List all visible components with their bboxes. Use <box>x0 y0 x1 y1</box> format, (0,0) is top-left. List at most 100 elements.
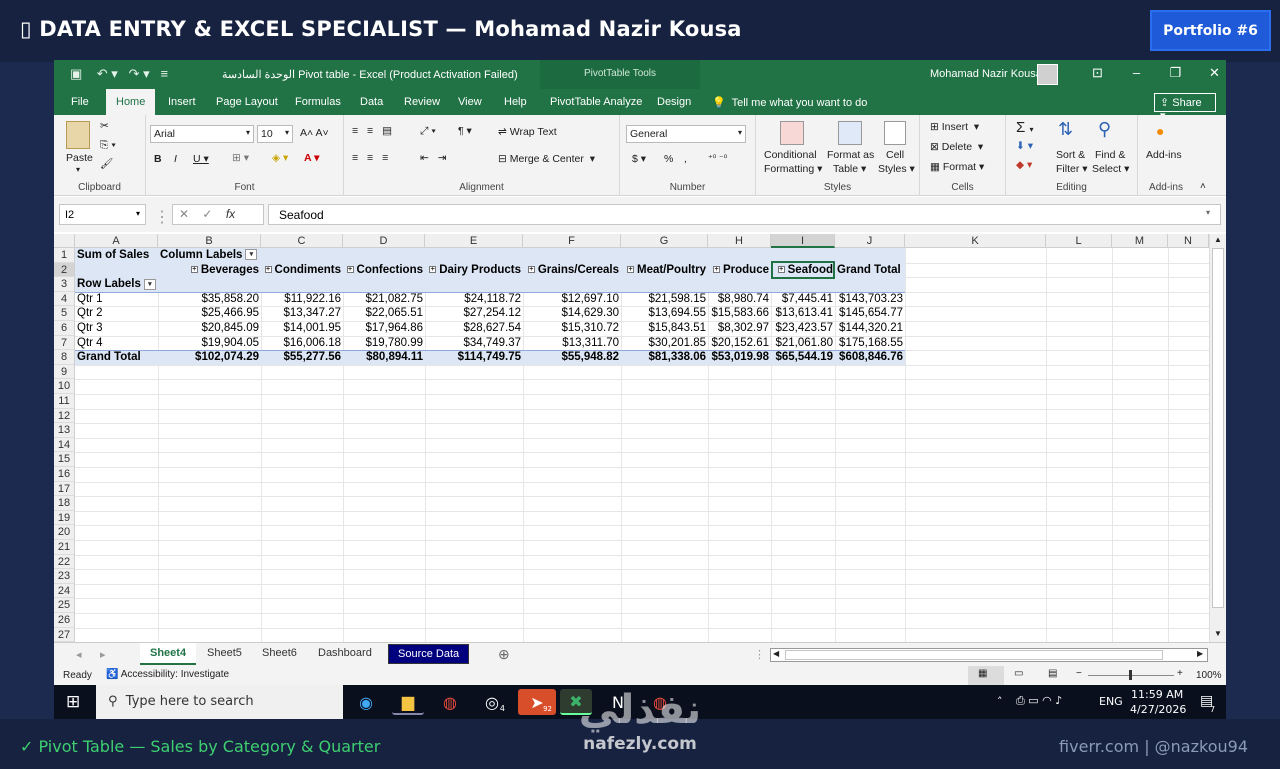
scroll-up-icon[interactable]: ▲ <box>1214 235 1222 244</box>
show-hidden-icons[interactable]: ˄ <box>997 695 1003 708</box>
format-as-table-button[interactable]: Format as <box>827 149 874 161</box>
row-header-22[interactable]: 22 <box>54 554 75 570</box>
tray-app-icons[interactable]: ⎙ ▭ ◠ ♪ <box>1016 694 1062 708</box>
row-header-5[interactable]: 5 <box>54 306 75 321</box>
horizontal-scroll-thumb[interactable] <box>785 650 1163 660</box>
row-header-1[interactable]: 1 <box>54 248 75 263</box>
percent-icon[interactable]: % <box>664 153 673 165</box>
tab-file[interactable]: File <box>71 96 89 108</box>
redo-icon[interactable]: ↷ <box>129 66 140 81</box>
column-header-a[interactable]: A <box>75 234 158 248</box>
sheet-next-icon[interactable]: ▸ <box>100 648 106 661</box>
undo-icon[interactable]: ↶ <box>97 66 108 81</box>
zoom-slider-thumb[interactable] <box>1129 670 1132 680</box>
row-header-6[interactable]: 6 <box>54 321 75 336</box>
pivot-value-cell[interactable]: $17,964.86 <box>345 321 423 336</box>
pivot-value-cell[interactable]: $143,703.23 <box>837 292 903 307</box>
file-explorer-icon[interactable]: ▆ <box>392 689 424 715</box>
format-cells-button[interactable]: ▦ Format ▾ <box>930 161 984 173</box>
expand-formula-icon[interactable]: ▾ <box>1206 208 1210 217</box>
avatar[interactable] <box>1037 64 1058 85</box>
merge-center-button[interactable]: ⊟ Merge & Center ▾ <box>498 153 595 165</box>
italic-icon[interactable]: I <box>174 153 177 165</box>
pivot-value-cell[interactable]: $175,168.55 <box>837 336 903 351</box>
ribbon-display-icon[interactable]: ⊡ <box>1078 65 1117 81</box>
expand-icon[interactable]: + <box>527 266 535 274</box>
pivot-value-cell[interactable]: $22,065.51 <box>345 306 423 321</box>
pivot-value-cell[interactable]: $21,061.80 <box>773 336 833 351</box>
share-button[interactable]: ⇪ Share ▾ <box>1154 93 1216 122</box>
pivot-value-cell[interactable]: $14,629.30 <box>525 306 619 321</box>
wrap-text-button[interactable]: ⇌ Wrap Text <box>498 126 557 138</box>
font-family-select[interactable]: Arial ▾ <box>150 125 254 143</box>
tab-page-layout[interactable]: Page Layout <box>216 96 278 108</box>
sheet-tab-dashboard[interactable]: Dashboard <box>308 643 382 665</box>
pivot-value-cell[interactable]: $15,583.66 <box>710 306 769 321</box>
pivot-value-cell[interactable]: $21,598.15 <box>623 292 706 307</box>
expand-icon[interactable]: + <box>346 266 354 274</box>
tab-view[interactable]: View <box>458 96 482 108</box>
pivot-value-cell[interactable]: $65,544.19 <box>773 350 833 365</box>
tab-home[interactable]: Home <box>106 89 156 115</box>
close-icon[interactable]: ✕ <box>1195 65 1226 81</box>
cancel-icon[interactable]: ✕ <box>179 207 189 221</box>
column-header-g[interactable]: G <box>621 234 708 248</box>
taskbar-search[interactable]: ⚲ Type here to search <box>96 685 343 719</box>
pivot-value-cell[interactable]: $55,277.56 <box>263 350 341 365</box>
column-header-j[interactable]: J <box>835 234 905 248</box>
column-header-n[interactable]: N <box>1168 234 1209 248</box>
column-header-b[interactable]: B <box>158 234 261 248</box>
row-header-16[interactable]: 16 <box>54 467 75 482</box>
add-sheet-icon[interactable]: ⊕ <box>498 646 510 663</box>
find-select-button[interactable]: Find & <box>1095 149 1125 161</box>
pivot-value-cell[interactable]: $145,654.77 <box>837 306 903 321</box>
scroll-right-icon[interactable]: ▶ <box>1197 649 1203 658</box>
quick-access-toolbar[interactable]: ▣ ↶ ▾ ↷ ▾ ≡ <box>70 66 168 82</box>
clear-icon[interactable]: ◆ ▾ <box>1016 159 1032 171</box>
pivot-value-field[interactable]: Sum of Sales <box>77 248 156 263</box>
clock-date[interactable]: 4/27/2026 <box>1130 703 1186 716</box>
minimize-icon[interactable]: – <box>1117 65 1156 80</box>
pivot-value-cell[interactable]: $7,445.41 <box>773 292 833 307</box>
horizontal-align-icons[interactable]: ≡ ≡ ≡ <box>352 152 391 164</box>
pivot-category-header[interactable]: + Beverages <box>160 263 259 278</box>
column-header-d[interactable]: D <box>343 234 425 248</box>
expand-icon[interactable]: + <box>190 266 198 274</box>
pivot-category-header[interactable]: + Dairy Products <box>427 263 521 278</box>
pivot-value-cell[interactable]: $12,697.10 <box>525 292 619 307</box>
font-color-icon[interactable]: A ▾ <box>304 152 319 164</box>
pivot-category-header[interactable]: + Produce <box>710 263 769 278</box>
comma-icon[interactable]: , <box>684 153 687 165</box>
sort-filter-button[interactable]: Sort & <box>1056 149 1085 161</box>
insert-cells-button[interactable]: ⊞ Insert ▾ <box>930 121 979 133</box>
pivot-value-cell[interactable]: $13,347.27 <box>263 306 341 321</box>
chrome-icon[interactable]: ◍ <box>434 689 466 715</box>
borders-icon[interactable]: ⊞ ▾ <box>232 152 249 164</box>
tab-help[interactable]: Help <box>504 96 527 108</box>
enter-icon[interactable]: ✓ <box>202 207 212 221</box>
expand-icon[interactable]: + <box>712 266 720 274</box>
user-name[interactable]: Mohamad Nazir Kousa <box>930 68 1042 80</box>
row-header-14[interactable]: 14 <box>54 437 75 453</box>
pivot-row-label[interactable]: Qtr 3 <box>77 321 156 336</box>
pivot-value-cell[interactable]: $25,466.95 <box>160 306 259 321</box>
pivot-value-cell[interactable]: $8,980.74 <box>710 292 769 307</box>
row-header-8[interactable]: 8 <box>54 350 75 365</box>
windows-start-icon[interactable]: ⊞ <box>66 692 80 712</box>
expand-icon[interactable]: + <box>264 266 272 274</box>
copy-icon[interactable]: ⎘ ▾ <box>100 139 116 152</box>
pivot-value-cell[interactable]: $13,694.55 <box>623 306 706 321</box>
row-header-25[interactable]: 25 <box>54 598 75 613</box>
direction-icon[interactable]: ¶ ▾ <box>458 125 472 137</box>
pivot-value-cell[interactable]: $30,201.85 <box>623 336 706 351</box>
format-painter-icon[interactable]: 🖌 <box>100 157 113 170</box>
cell-styles-button[interactable]: Cell <box>886 149 904 161</box>
sheet-tab-source-data[interactable]: Source Data <box>388 644 470 664</box>
row-header-2[interactable]: 2 <box>54 262 75 278</box>
pivot-value-cell[interactable]: $19,780.99 <box>345 336 423 351</box>
row-header-9[interactable]: 9 <box>54 364 75 380</box>
pivot-value-cell[interactable]: $80,894.11 <box>345 350 423 365</box>
vertical-scroll-thumb[interactable] <box>1212 248 1224 608</box>
formula-input[interactable]: Seafood ▾ <box>268 204 1221 225</box>
pivot-column-labels[interactable]: Column Labels ▾ <box>160 248 258 263</box>
